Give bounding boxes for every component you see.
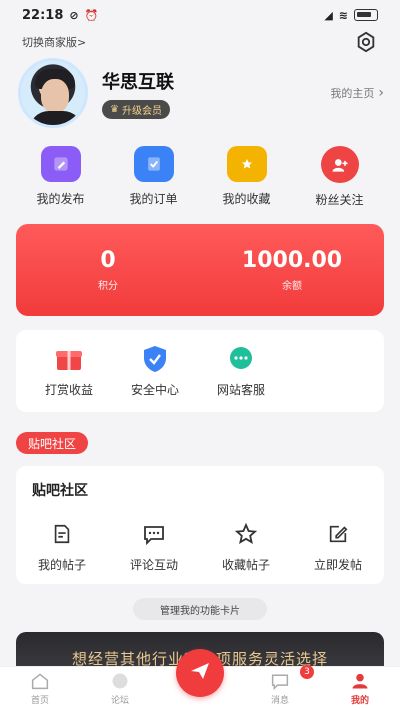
forum-title: 贴吧社区: [32, 483, 88, 499]
status-time: 22:18: [22, 7, 64, 23]
forum-favorite-posts[interactable]: 收藏帖子: [206, 522, 286, 573]
status-bar: 22:18 ⊘ ⏰ ◢ ≋: [0, 0, 400, 30]
forum-card: 贴吧社区 我的帖子 评论互动 收藏帖子 立即发帖: [16, 466, 384, 584]
compose-icon: [325, 522, 351, 546]
points-stat[interactable]: 0 积分: [16, 224, 200, 316]
order-icon: [133, 146, 174, 182]
manage-cards-button[interactable]: 管理我的功能卡片: [133, 598, 267, 620]
section-tag-forum: 贴吧社区: [16, 432, 89, 454]
quick-action-my-posts[interactable]: 我的发布: [21, 146, 101, 208]
send-icon: [188, 659, 212, 687]
points-label: 积分: [98, 281, 118, 292]
my-homepage-link[interactable]: 我的主页 ›: [330, 85, 384, 101]
chat-icon: [226, 345, 256, 373]
points-value: 0: [100, 248, 116, 273]
tab-home[interactable]: 首页: [0, 667, 80, 710]
vip-upgrade-badge[interactable]: ♛ 升级会员: [102, 99, 170, 119]
profile-header: 华思互联 ♛ 升级会员 我的主页 ›: [18, 58, 384, 128]
battery-icon: [354, 9, 378, 21]
tab-forum[interactable]: 论坛: [80, 667, 160, 710]
username: 华思互联: [102, 71, 174, 93]
profile-icon: [349, 671, 371, 691]
settings-icon[interactable]: [354, 30, 378, 54]
tab-publish[interactable]: [160, 649, 240, 710]
crown-icon: ♛: [110, 103, 119, 115]
switch-merchant-link[interactable]: 切换商家版>: [22, 34, 86, 50]
service-customer-support[interactable]: 网站客服: [198, 330, 284, 412]
tab-messages[interactable]: 3 消息: [240, 665, 320, 710]
publish-button[interactable]: [176, 649, 224, 697]
vip-label: 升级会员: [121, 105, 162, 117]
star-icon: [233, 522, 259, 546]
balance-value: 1000.00: [241, 248, 343, 273]
tab-bar: 首页 论坛 3 消息 我的: [0, 649, 400, 710]
forum-my-posts[interactable]: 我的帖子: [22, 522, 102, 573]
message-icon: [269, 671, 291, 691]
folder-star-icon: [226, 146, 267, 182]
comment-icon: [141, 522, 167, 546]
home-icon: [29, 671, 51, 691]
forum-comments[interactable]: 评论互动: [114, 522, 194, 573]
post-icon: [49, 522, 75, 546]
balance-label: 余额: [282, 281, 302, 292]
shield-icon: [140, 345, 170, 373]
chevron-right-icon: ›: [378, 85, 384, 101]
alarm-icon: ⏰: [84, 8, 99, 22]
quick-actions: 我的发布 我的订单 我的收藏 粉丝关注: [14, 146, 386, 208]
nfc-icon: ⊘: [69, 8, 79, 22]
edit-icon: [40, 146, 81, 182]
homepage-label: 我的主页: [330, 87, 375, 100]
quick-action-favorites[interactable]: 我的收藏: [207, 146, 287, 208]
signal-icon: ◢: [324, 8, 333, 22]
forum-icon: [109, 671, 131, 691]
avatar[interactable]: [18, 58, 88, 128]
top-row: 切换商家版>: [0, 30, 400, 54]
gift-icon: [54, 345, 84, 373]
quick-action-followers[interactable]: 粉丝关注: [300, 146, 380, 208]
service-reward-income[interactable]: 打赏收益: [26, 330, 112, 412]
quick-action-my-orders[interactable]: 我的订单: [114, 146, 194, 208]
forum-new-post[interactable]: 立即发帖: [298, 522, 378, 573]
message-badge: 3: [300, 665, 314, 679]
wifi-icon: ≋: [338, 8, 348, 22]
service-security-center[interactable]: 安全中心: [112, 330, 198, 412]
service-card: 打赏收益 安全中心 网站客服: [16, 330, 384, 412]
user-plus-icon: [320, 146, 359, 183]
wallet-card: 0 积分 1000.00 余额: [16, 224, 384, 316]
tab-profile[interactable]: 我的: [320, 667, 400, 710]
balance-stat[interactable]: 1000.00 余额: [200, 224, 384, 316]
